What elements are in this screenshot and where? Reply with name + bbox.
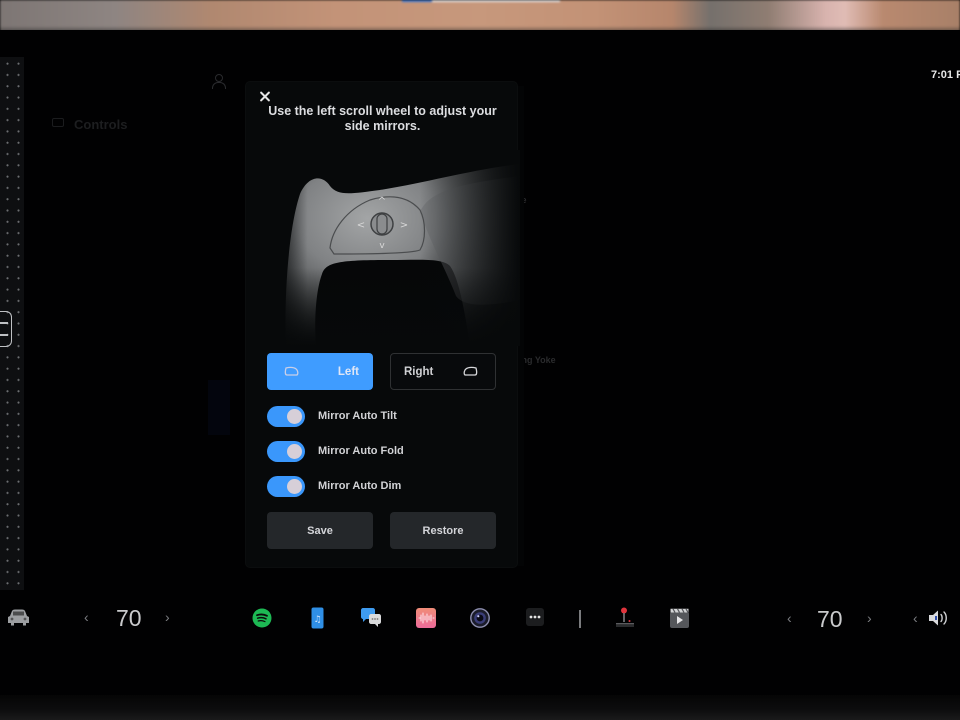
bottom-dock: ‹ 70 › ♫ ‹ 70 › ‹: [0, 600, 960, 640]
volume-decrease[interactable]: ‹: [913, 610, 918, 626]
toggle-label: Mirror Auto Dim: [318, 480, 402, 492]
mirror-auto-dim-toggle[interactable]: Mirror Auto Dim: [267, 475, 401, 497]
driver-temp-increase[interactable]: ›: [165, 609, 170, 625]
save-button[interactable]: Save: [267, 512, 373, 549]
passenger-temp-decrease[interactable]: ‹: [787, 610, 792, 626]
environment-strip: [0, 0, 960, 32]
volume-icon[interactable]: [928, 609, 950, 627]
voice-recorder-icon[interactable]: [416, 608, 436, 628]
environment-mark: [402, 0, 432, 2]
environment-mark: [432, 0, 560, 2]
toggle-knob: [287, 478, 302, 494]
driver-temp-decrease[interactable]: ‹: [84, 609, 89, 625]
controls-icon: [52, 118, 64, 127]
clock: 7:01 P: [931, 69, 960, 81]
background-block: [208, 380, 230, 435]
passenger-temp-increase[interactable]: ›: [867, 610, 872, 626]
mirror-auto-fold-toggle[interactable]: Mirror Auto Fold: [267, 440, 404, 462]
toggle-knob: [287, 408, 302, 424]
toggle-knob: [287, 443, 302, 459]
music-icon[interactable]: ♫: [311, 607, 324, 629]
toggle-label: Mirror Auto Fold: [318, 445, 404, 457]
right-mirror-icon: [463, 366, 478, 376]
theater-icon[interactable]: [670, 608, 689, 628]
close-icon[interactable]: [258, 90, 272, 104]
left-mirror-label: Left: [337, 365, 359, 378]
left-mirror-icon: [284, 366, 299, 376]
modal-title: Use the left scroll wheel to adjust your…: [268, 104, 497, 133]
car-topview-icon[interactable]: [0, 311, 12, 347]
more-icon[interactable]: [526, 608, 544, 626]
joystick-icon[interactable]: [615, 607, 635, 629]
toggle-switch[interactable]: [267, 475, 305, 497]
camera-icon[interactable]: [470, 608, 490, 628]
steering-yoke-illustration: ^ < > v: [270, 150, 520, 346]
right-mirror-label: Right: [404, 365, 434, 378]
background-text: ing Yoke: [519, 355, 556, 365]
mirror-auto-tilt-toggle[interactable]: Mirror Auto Tilt: [267, 405, 397, 427]
controls-heading: Controls: [74, 117, 128, 132]
toggle-label: Mirror Auto Tilt: [318, 410, 397, 422]
passenger-temp[interactable]: 70: [817, 606, 843, 633]
mirror-adjust-modal: Use the left scroll wheel to adjust your…: [246, 82, 520, 567]
right-mirror-button[interactable]: Right: [390, 353, 496, 390]
left-mirror-button[interactable]: Left: [267, 353, 373, 390]
profile-icon: [212, 74, 226, 89]
toggle-switch[interactable]: [267, 440, 305, 462]
car-view-panel[interactable]: [0, 57, 24, 590]
spotify-icon[interactable]: [252, 608, 272, 628]
screen-bezel: [0, 695, 960, 720]
messages-icon[interactable]: [360, 608, 382, 628]
car-icon[interactable]: [6, 609, 31, 627]
dock-separator: [579, 610, 581, 628]
svg-text:♫: ♫: [313, 615, 321, 625]
driver-temp[interactable]: 70: [116, 605, 142, 632]
toggle-switch[interactable]: [267, 405, 305, 427]
restore-button[interactable]: Restore: [390, 512, 496, 549]
